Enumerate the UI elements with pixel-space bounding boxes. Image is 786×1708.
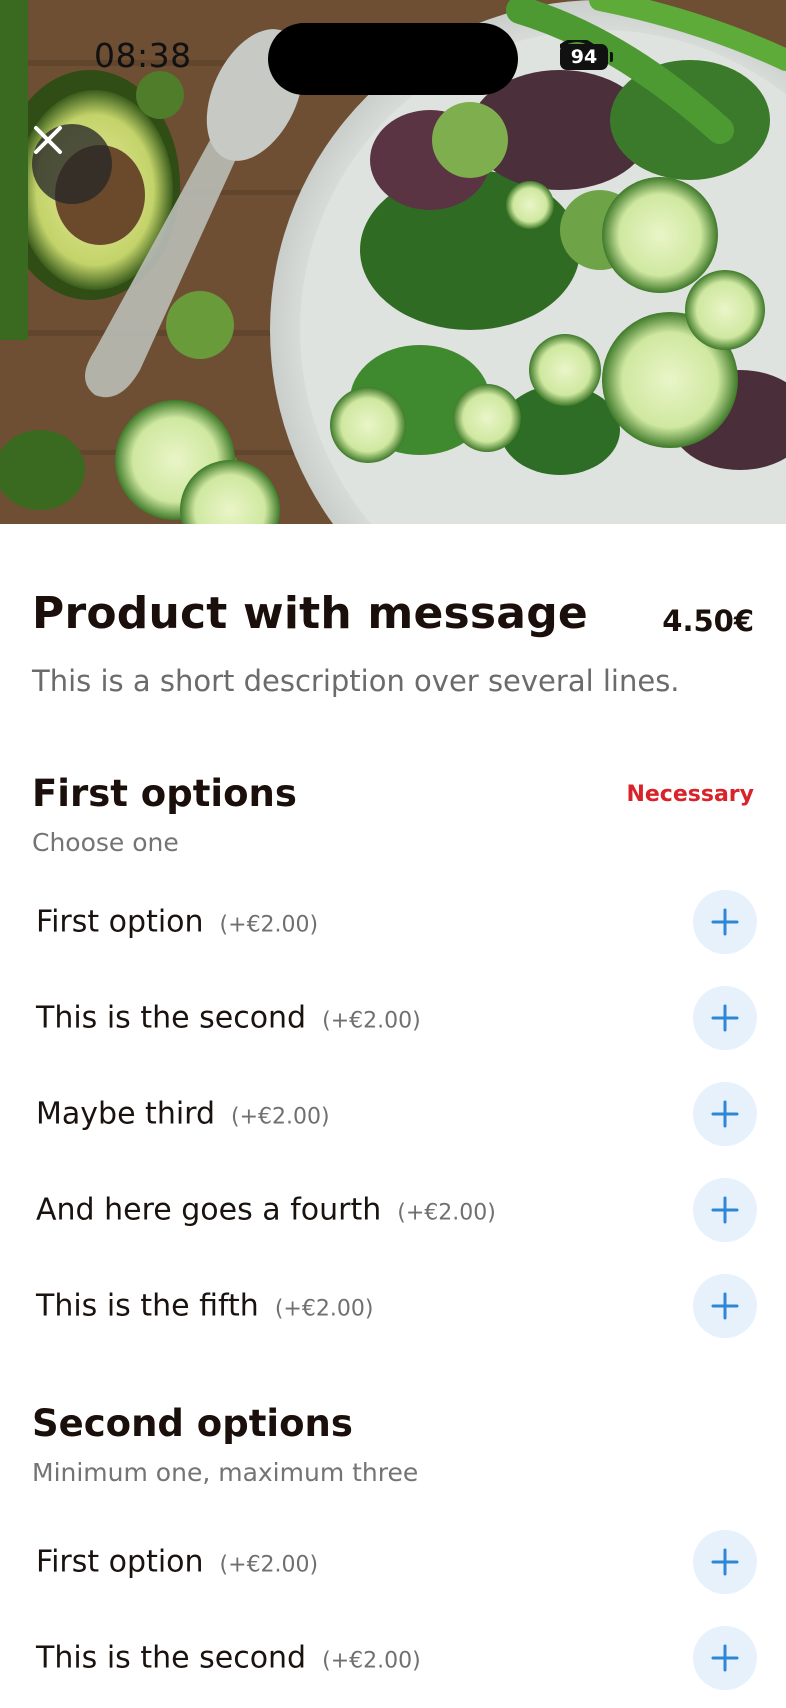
option-price: (+€2.00) [231,1104,330,1130]
option-label: First option (+€2.00) [36,905,318,940]
plus-icon [711,1292,739,1320]
option-row[interactable]: This is the fifth (+€2.00) [0,1258,786,1354]
option-row[interactable]: This is the second (+€2.00) [0,1610,786,1706]
plus-icon [711,1548,739,1576]
product-image: 08:38 94 [0,0,786,524]
option-price: (+€2.00) [219,1552,319,1578]
option-name: And here goes a fourth [36,1192,382,1228]
battery-icon: 94 [560,44,613,70]
option-row[interactable]: And here goes a fourth (+€2.00) [0,1162,786,1258]
option-price: (+€2.00) [322,1008,421,1034]
option-row[interactable]: First option (+€2.00) [0,1514,786,1610]
option-row[interactable]: First option (+€2.00) [0,874,786,970]
option-price: (+€2.00) [219,912,319,938]
plus-icon [711,1100,739,1128]
plus-icon [711,1004,739,1032]
option-name: First option [36,1544,204,1580]
product-detail-screen: 08:38 94 Product with message 4.50€ This… [0,0,786,1708]
option-row[interactable]: This is the second (+€2.00) [0,970,786,1066]
option-label: This is the second (+€2.00) [36,1641,421,1676]
option-label: This is the second (+€2.00) [36,1001,421,1036]
necessary-badge: Necessary [626,782,754,807]
option-price: (+€2.00) [397,1200,496,1226]
status-icons: 94 [560,40,613,74]
option-label: This is the fifth (+€2.00) [36,1289,373,1324]
add-option-button[interactable] [693,1082,757,1146]
status-time: 08:38 [94,36,192,75]
option-name: This is the fifth [36,1288,259,1324]
option-name: This is the second [36,1000,307,1036]
option-price: (+€2.00) [322,1648,421,1674]
dynamic-island [268,23,518,95]
add-option-button[interactable] [693,890,757,954]
group-title-second-options: Second options [32,1402,353,1445]
option-label: First option (+€2.00) [36,1545,318,1580]
option-label: And here goes a fourth (+€2.00) [36,1193,496,1228]
add-option-button[interactable] [693,1530,757,1594]
close-button[interactable] [32,124,112,204]
option-name: First option [36,904,204,940]
product-title: Product with message [32,588,588,639]
option-price: (+€2.00) [274,1296,374,1322]
option-label: Maybe third (+€2.00) [36,1097,330,1132]
add-option-button[interactable] [693,1274,757,1338]
close-icon [34,126,62,154]
group-subtitle-second-options: Minimum one, maximum three [32,1458,419,1487]
option-name: Maybe third [36,1096,216,1132]
group-title-first-options: First options [32,772,297,815]
add-option-button[interactable] [693,1178,757,1242]
product-description: This is a short description over several… [32,664,680,698]
add-option-button[interactable] [693,1626,757,1690]
group-subtitle-first-options: Choose one [32,828,179,857]
add-option-button[interactable] [693,986,757,1050]
plus-icon [711,1196,739,1224]
option-name: This is the second [36,1640,307,1676]
plus-icon [711,1644,739,1672]
product-price: 4.50€ [662,604,754,638]
plus-icon [711,908,739,936]
option-row[interactable]: Maybe third (+€2.00) [0,1066,786,1162]
